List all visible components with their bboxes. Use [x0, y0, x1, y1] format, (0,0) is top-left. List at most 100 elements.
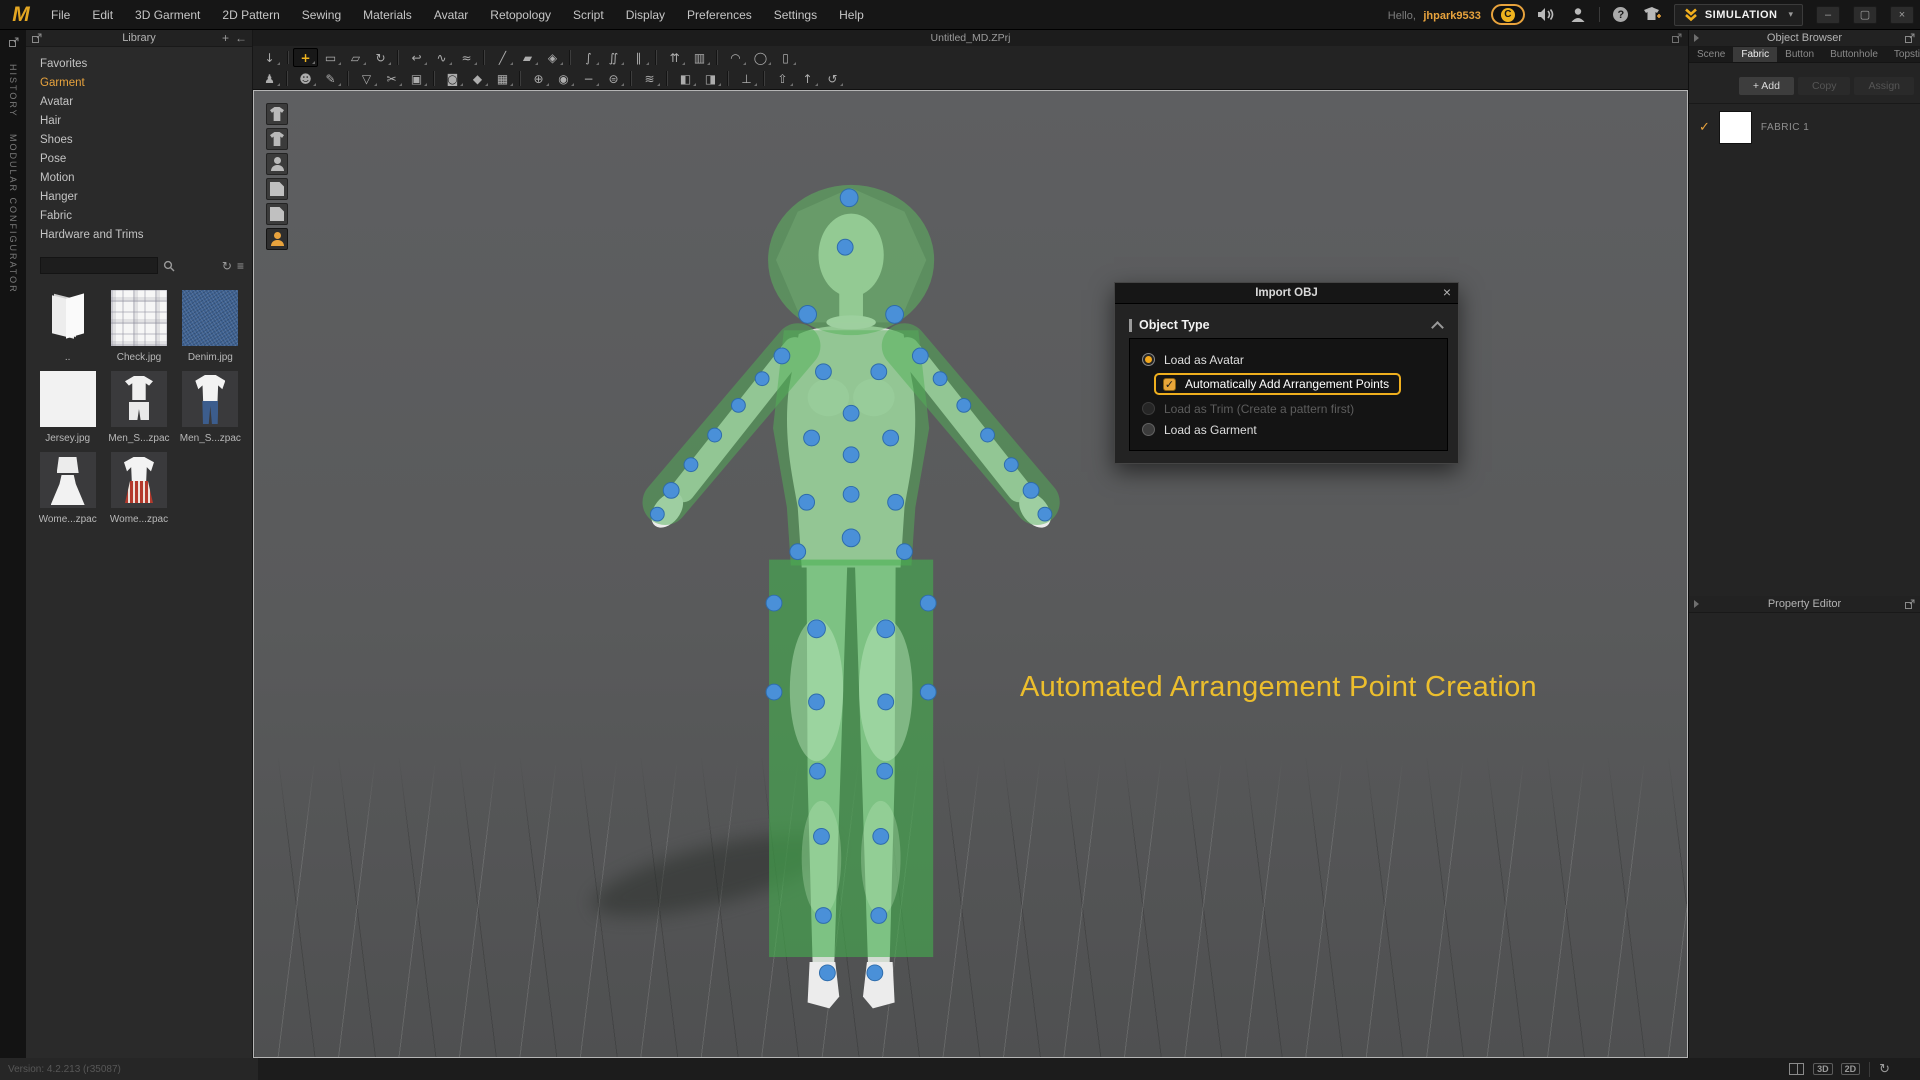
clo-connect-button[interactable]: C: [1491, 4, 1525, 25]
toolbar-button[interactable]: ⊕: [526, 69, 551, 88]
viewport-toggle[interactable]: [266, 128, 288, 150]
collapse-chevron-icon[interactable]: [1431, 321, 1444, 334]
view-mode-button[interactable]: 2D: [1841, 1063, 1861, 1075]
toolbar-button[interactable]: ⊥: [734, 69, 759, 88]
object-browser-tab[interactable]: Buttonhole: [1822, 47, 1886, 62]
toolbar-button[interactable]: ≋: [637, 69, 662, 88]
library-item[interactable]: Jersey.jpg: [34, 371, 101, 444]
viewport-toggle[interactable]: [266, 153, 288, 175]
object-browser-tab[interactable]: Fabric: [1733, 47, 1777, 62]
toolbar-button[interactable]: ∬: [601, 48, 626, 67]
menu-item[interactable]: Avatar: [423, 0, 479, 29]
toolbar-button[interactable]: ◉: [551, 69, 576, 88]
add-garment-icon[interactable]: [1642, 5, 1664, 25]
toolbar-button[interactable]: ↺: [820, 69, 845, 88]
fabric-list-item[interactable]: ✓ FABRIC 1: [1689, 104, 1920, 150]
toolbar-button[interactable]: ⇈: [662, 48, 687, 67]
dialog-option[interactable]: Load as Trim (Create a pattern first): [1138, 398, 1439, 419]
menu-item[interactable]: Materials: [352, 0, 423, 29]
option-control[interactable]: [1142, 402, 1155, 415]
dialog-option[interactable]: Automatically Add Arrangement Points: [1154, 373, 1401, 395]
toolbar-button[interactable]: ✎: [318, 69, 343, 88]
option-control[interactable]: [1142, 353, 1155, 366]
toolbar-button[interactable]: ∥: [626, 48, 651, 67]
list-view-icon[interactable]: ≡: [237, 259, 244, 273]
menu-item[interactable]: File: [40, 0, 81, 29]
toolbar-button[interactable]: ↩: [404, 48, 429, 67]
object-type-section-header[interactable]: Object Type: [1129, 312, 1448, 338]
popout-icon[interactable]: [1671, 33, 1682, 44]
toolbar-button[interactable]: ╱: [490, 48, 515, 67]
close-button[interactable]: ×: [1890, 6, 1914, 24]
menu-item[interactable]: Retopology: [479, 0, 562, 29]
toolbar-button[interactable]: ▽: [354, 69, 379, 88]
menu-item[interactable]: Display: [615, 0, 676, 29]
dock-tab[interactable]: HISTORY: [8, 64, 18, 118]
library-item[interactable]: Denim.jpg: [177, 290, 244, 363]
library-item[interactable]: ..: [34, 290, 101, 363]
toolbar-button[interactable]: ⊜: [601, 69, 626, 88]
check-icon[interactable]: ✓: [1699, 119, 1710, 135]
dock-tab[interactable]: MODULAR CONFIGURATOR: [8, 134, 18, 294]
viewport-toggle[interactable]: [266, 103, 288, 125]
toolbar-button[interactable]: ≈: [454, 48, 479, 67]
library-category[interactable]: Hair: [26, 112, 252, 131]
viewport-toggle[interactable]: [266, 228, 288, 250]
library-refresh-icon[interactable]: ↻: [222, 259, 232, 273]
search-icon[interactable]: [163, 260, 175, 272]
library-item[interactable]: Wome...zpac: [105, 452, 172, 525]
library-category[interactable]: Shoes: [26, 131, 252, 150]
toolbar-button[interactable]: ♟: [257, 69, 282, 88]
toolbar-button[interactable]: ∿: [429, 48, 454, 67]
menu-item[interactable]: 2D Pattern: [211, 0, 290, 29]
dialog-option[interactable]: Load as Avatar: [1138, 349, 1439, 370]
toolbar-button[interactable]: ↓: [257, 48, 282, 67]
object-browser-action-button[interactable]: Assign: [1854, 77, 1914, 95]
menu-item[interactable]: Settings: [763, 0, 828, 29]
toolbar-button[interactable]: ◯: [748, 48, 773, 67]
menu-item[interactable]: Sewing: [291, 0, 352, 29]
library-item[interactable]: Check.jpg: [105, 290, 172, 363]
toolbar-button[interactable]: ↻: [368, 48, 393, 67]
help-icon[interactable]: ?: [1610, 5, 1632, 25]
toolbar-button[interactable]: ✂: [379, 69, 404, 88]
dialog-option[interactable]: Load as Garment: [1138, 419, 1439, 440]
toolbar-button[interactable]: ⇧: [770, 69, 795, 88]
toolbar-button[interactable]: +: [293, 48, 318, 67]
account-icon[interactable]: [1567, 5, 1589, 25]
library-item[interactable]: Wome...zpac: [34, 452, 101, 525]
library-category[interactable]: Hardware and Trims: [26, 226, 252, 245]
restore-button[interactable]: ▢: [1853, 6, 1877, 24]
toolbar-button[interactable]: ∫: [576, 48, 601, 67]
toolbar-button[interactable]: ◧: [673, 69, 698, 88]
library-back-button[interactable]: ←: [235, 33, 247, 43]
toolbar-button[interactable]: ▭: [318, 48, 343, 67]
toolbar-button[interactable]: −: [576, 69, 601, 88]
menu-item[interactable]: Help: [828, 0, 875, 29]
dialog-title-bar[interactable]: Import OBJ ×: [1115, 283, 1458, 304]
toolbar-button[interactable]: ◈: [540, 48, 565, 67]
library-category[interactable]: Fabric: [26, 207, 252, 226]
view-mode-button[interactable]: 3D: [1813, 1063, 1833, 1075]
speaker-icon[interactable]: [1535, 5, 1557, 25]
library-add-button[interactable]: +: [222, 33, 229, 43]
popout-icon[interactable]: [1904, 33, 1915, 44]
viewport-toggle[interactable]: [266, 203, 288, 225]
library-item[interactable]: Men_S...zpac: [177, 371, 244, 444]
popout-icon[interactable]: [1904, 599, 1915, 610]
refresh-icon[interactable]: ↻: [1879, 1062, 1890, 1077]
library-category[interactable]: Avatar: [26, 93, 252, 112]
option-control[interactable]: [1163, 378, 1176, 391]
toolbar-button[interactable]: ▯: [773, 48, 798, 67]
toolbar-button[interactable]: ◠: [723, 48, 748, 67]
library-category[interactable]: Favorites: [26, 55, 252, 74]
object-browser-action-button[interactable]: + Add: [1739, 77, 1794, 95]
dialog-close-icon[interactable]: ×: [1443, 284, 1451, 300]
fabric-swatch[interactable]: [1719, 111, 1752, 144]
toolbar-button[interactable]: ▥: [687, 48, 712, 67]
toolbar-button[interactable]: ▱: [343, 48, 368, 67]
library-search-input[interactable]: [40, 257, 158, 274]
toolbar-button[interactable]: ↑: [795, 69, 820, 88]
toolbar-button[interactable]: ▰: [515, 48, 540, 67]
library-item[interactable]: Men_S...zpac: [105, 371, 172, 444]
